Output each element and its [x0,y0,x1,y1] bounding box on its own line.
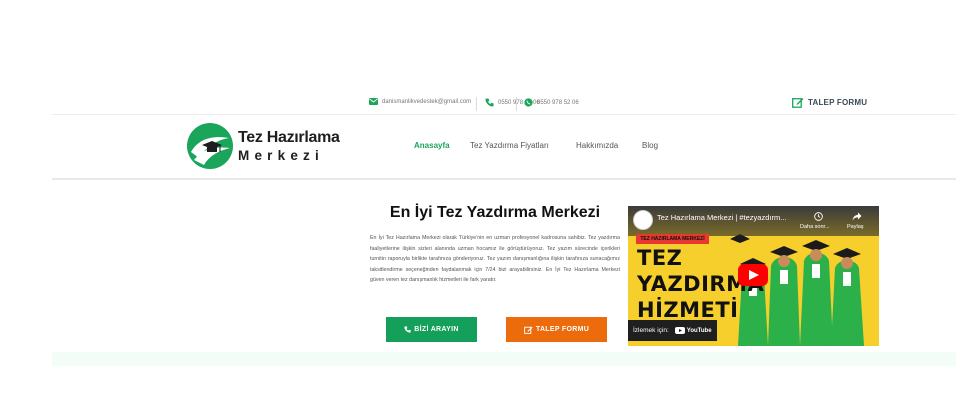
youtube-video-embed[interactable]: Tez Hazırlama Merkezi | #tezyazdırm... D… [628,206,879,346]
whatsapp-icon [524,98,533,107]
whatsapp-text: 0550 978 52 06 [537,99,579,106]
share-icon[interactable] [852,212,862,221]
youtube-label: YouTube [686,327,712,334]
video-headline-1: TEZ [637,246,683,270]
site-logo[interactable]: Tez Hazırlama Merkezi [184,121,344,173]
request-form-button[interactable]: TALEP FORMU [506,317,607,342]
edit-icon [524,326,533,334]
phone-icon [485,98,494,107]
call-us-button[interactable]: BİZİ ARAYIN [386,317,477,342]
channel-avatar[interactable] [633,210,653,230]
hero-title: En İyi Tez Yazdırma Merkezi [389,204,601,221]
request-form-button-label: TALEP FORMU [535,326,590,333]
nav-home[interactable]: Anasayfa [414,141,450,150]
call-us-label: BİZİ ARAYIN [414,326,459,333]
email-text: danismanlikvedestek@gmail.com [382,98,472,105]
whatsapp-contact[interactable]: 0550 978 52 06 [524,98,579,107]
divider [52,114,956,115]
nav-about[interactable]: Hakkımızda [576,141,618,150]
youtube-logo: YouTube [674,327,712,334]
edit-icon [792,98,804,108]
video-headline-3: HİZMETİ [637,298,739,322]
youtube-icon [674,327,685,334]
divider [516,97,517,111]
clock-icon[interactable] [814,212,823,221]
divider [476,97,477,111]
logo-line-1: Tez Hazırlama [238,129,340,146]
section-background-band [52,352,956,366]
watch-later-label: Daha sonr... [800,224,830,230]
request-form-link[interactable]: TALEP FORMU [792,97,867,108]
email-contact[interactable]: danismanlikvedestek@gmail.com [369,98,471,105]
logo-line-2: Merkezi [238,148,324,163]
nav-blog[interactable]: Blog [642,141,658,150]
envelope-icon [369,98,378,105]
phone-icon [404,326,411,333]
graduation-logo-icon [187,123,233,169]
nav-thesis-prices[interactable]: Tez Yazdırma Fiyatları [470,141,549,150]
top-contact-bar: danismanlikvedestek@gmail.com 0550 978 5… [0,94,956,114]
watch-on-youtube[interactable]: İzlemek için: YouTube [628,320,717,341]
video-banner: TEZ HAZIRLAMA MERKEZİ [636,234,709,244]
video-title[interactable]: Tez Hazırlama Merkezi | #tezyazdırm... [657,213,786,222]
header-divider [52,178,956,180]
watch-on-label: İzlemek için: [633,327,669,334]
play-button[interactable] [738,264,768,286]
share-label: Paylaş [847,224,864,230]
request-form-label: TALEP FORMU [808,98,868,107]
hero-description: En İyi Tez Hazırlama Merkezi olarak Türk… [370,235,620,284]
